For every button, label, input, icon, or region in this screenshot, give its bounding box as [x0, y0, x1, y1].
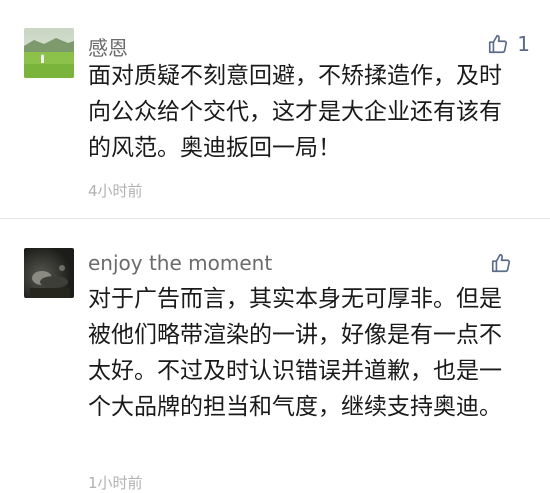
thumbs-up-icon — [490, 252, 512, 274]
thumbs-up-icon — [487, 33, 509, 55]
comment-item: enjoy the moment 对于广告而言，其实本身无可厚非。但是被他们略带… — [0, 218, 550, 492]
comment-text: 面对质疑不刻意回避，不矫揉造作，及时向公众给个交代，这才是大企业还有该有的风范。… — [88, 63, 502, 161]
comment-timestamp: 4小时前 — [88, 182, 143, 200]
comment-text: 对于广告而言，其实本身无可厚非。但是被他们略带渲染的一讲，好像是有一点不太好。不… — [88, 286, 502, 420]
comment-username[interactable]: enjoy the moment — [88, 251, 272, 275]
dark-photo-avatar-icon[interactable] — [24, 248, 74, 298]
comment-username[interactable]: 感恩 — [88, 32, 128, 61]
comment-timestamp: 1小时前 — [88, 474, 143, 492]
landscape-avatar-icon[interactable] — [24, 28, 74, 78]
comment-item: 感恩 1 面对质疑不刻意回避，不矫揉造作，及时向公众给个交代，这才是大企业还有该… — [0, 0, 550, 218]
like-button[interactable] — [490, 252, 520, 274]
like-button[interactable]: 1 — [487, 32, 530, 56]
like-count: 1 — [517, 32, 530, 56]
